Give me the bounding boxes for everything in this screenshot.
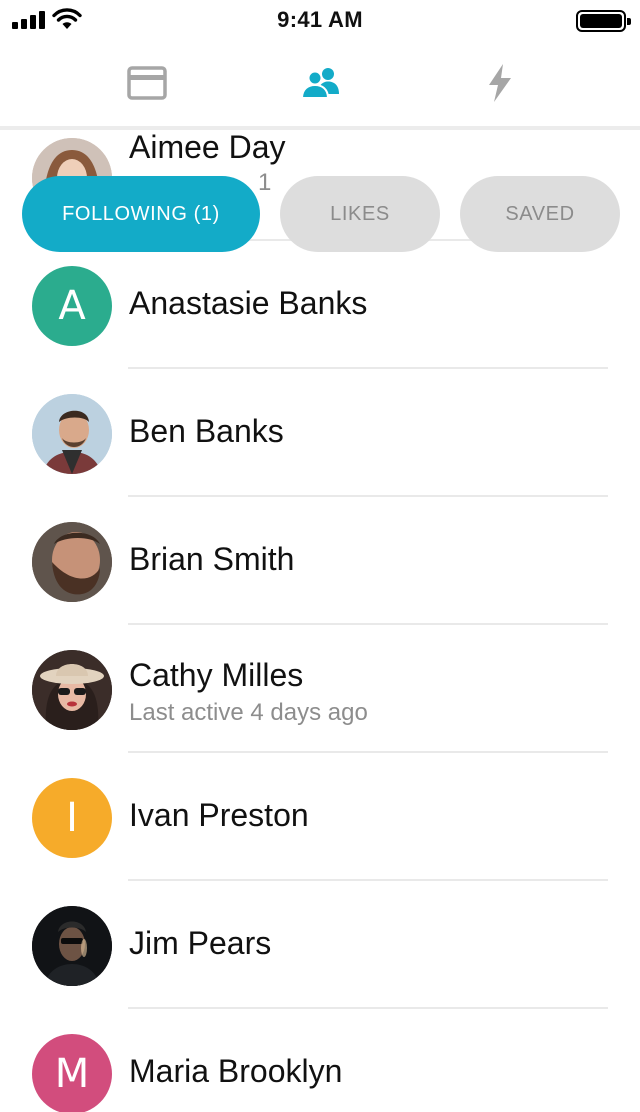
avatar: I bbox=[32, 778, 112, 858]
tab-people[interactable] bbox=[291, 58, 351, 108]
avatar bbox=[32, 650, 112, 730]
contact-row[interactable]: A Anastasie Banks bbox=[0, 241, 640, 369]
status-time: 9:41 AM bbox=[277, 7, 363, 32]
tab-feed[interactable] bbox=[117, 58, 177, 108]
avatar-initial: I bbox=[66, 795, 78, 841]
avatar bbox=[32, 394, 112, 474]
contact-row[interactable]: Cathy Milles Last active 4 days ago bbox=[0, 625, 640, 753]
avatar-initial: M bbox=[54, 1051, 90, 1097]
avatar bbox=[32, 906, 112, 986]
contact-name: Anastasie Banks bbox=[129, 285, 368, 321]
contact-subtitle: 1 bbox=[258, 169, 272, 196]
contact-row[interactable]: Ben Banks bbox=[0, 369, 640, 497]
filter-following-button[interactable]: FOLLOWING (1) bbox=[22, 176, 260, 252]
browser-window-icon bbox=[127, 66, 167, 100]
avatar: A bbox=[32, 266, 112, 346]
contact-name: Aimee Day bbox=[129, 129, 286, 165]
contact-name: Ivan Preston bbox=[129, 797, 309, 833]
status-bar: 9:41 AM bbox=[0, 0, 640, 40]
contact-row[interactable]: Brian Smith bbox=[0, 497, 640, 625]
lightning-icon bbox=[489, 64, 511, 102]
contact-name: Maria Brooklyn bbox=[129, 1053, 343, 1089]
avatar-initial: A bbox=[58, 283, 86, 329]
avatar bbox=[32, 522, 112, 602]
contact-name: Ben Banks bbox=[129, 413, 284, 449]
contact-subtitle: Last active 4 days ago bbox=[129, 699, 368, 726]
filter-saved-button[interactable]: SAVED bbox=[460, 176, 620, 252]
filter-likes-button[interactable]: LIKES bbox=[280, 176, 440, 252]
contact-name: Jim Pears bbox=[129, 925, 272, 961]
contact-name: Cathy Milles bbox=[129, 657, 304, 693]
contact-row[interactable]: M Maria Brooklyn bbox=[0, 1009, 640, 1112]
people-icon bbox=[301, 68, 339, 99]
avatar: M bbox=[32, 1034, 112, 1112]
contact-row[interactable]: Jim Pears bbox=[0, 881, 640, 1009]
battery-icon bbox=[576, 10, 631, 32]
contact-name: Brian Smith bbox=[129, 541, 295, 577]
contact-row[interactable]: I Ivan Preston bbox=[0, 753, 640, 881]
tab-activity[interactable] bbox=[470, 58, 530, 108]
